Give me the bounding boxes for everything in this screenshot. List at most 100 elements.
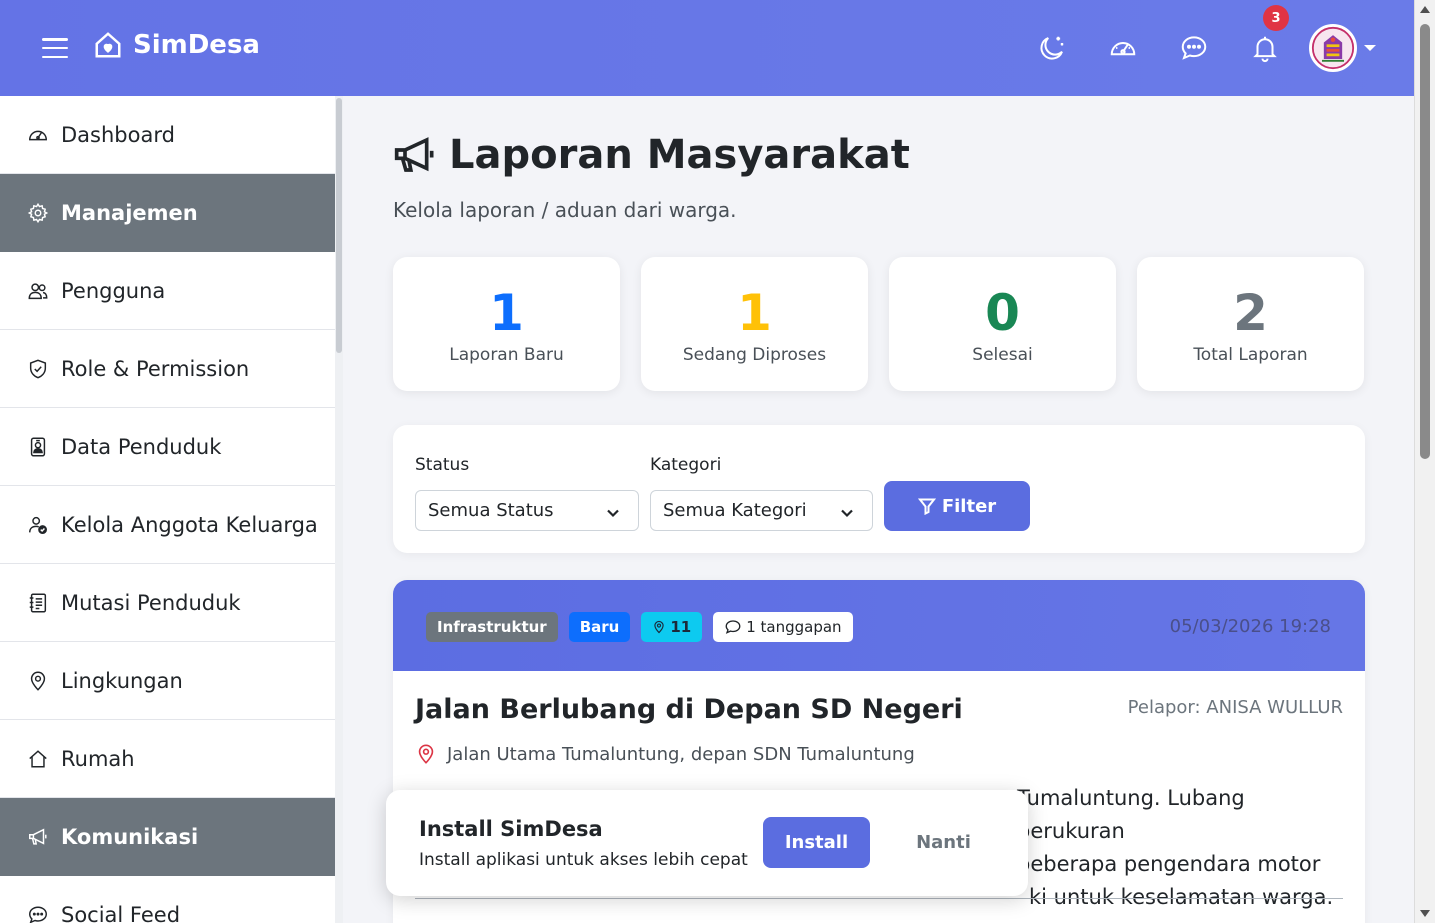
notification-count-badge: 3 bbox=[1263, 5, 1289, 31]
stat-card-total-laporan: 2 Total Laporan bbox=[1137, 257, 1364, 391]
chevron-down-icon bbox=[607, 509, 619, 518]
stat-card-sedang-diproses: 1 Sedang Diproses bbox=[641, 257, 868, 391]
sidebar-scrollbar[interactable] bbox=[335, 96, 343, 923]
scroll-up-arrow-icon[interactable] bbox=[1420, 6, 1430, 13]
sidebar-item-label: Dashboard bbox=[61, 122, 175, 147]
chevron-down-icon bbox=[1364, 45, 1376, 51]
location-badge-value: 11 bbox=[670, 618, 692, 636]
sidebar-item-label: Role & Permission bbox=[61, 356, 250, 381]
bell-icon bbox=[1253, 36, 1277, 63]
sidebar-item-dashboard[interactable]: Dashboard bbox=[0, 96, 335, 174]
stat-label: Sedang Diproses bbox=[682, 345, 827, 365]
status-badge: Baru bbox=[568, 612, 631, 642]
sidebar-section-label: Komunikasi bbox=[61, 824, 199, 849]
report-divider bbox=[415, 898, 1343, 899]
notifications-button[interactable]: 3 bbox=[1241, 5, 1289, 74]
sidebar-item-data-penduduk[interactable]: Data Penduduk bbox=[0, 408, 335, 486]
status-select-value: Semua Status bbox=[428, 500, 554, 521]
report-title[interactable]: Jalan Berlubang di Depan SD Negeri bbox=[415, 694, 963, 725]
person-badge-icon bbox=[30, 437, 46, 456]
page-title: Laporan Masyarakat bbox=[393, 132, 910, 178]
install-button[interactable]: Install bbox=[763, 817, 870, 868]
chat-dots-icon bbox=[29, 905, 47, 923]
sidebar-item-mutasi-penduduk[interactable]: Mutasi Penduduk bbox=[0, 564, 335, 642]
topbar: SimDesa 3 bbox=[0, 0, 1414, 96]
sidebar-item-label: Rumah bbox=[61, 746, 135, 771]
install-prompt: Install SimDesa Install aplikasi untuk a… bbox=[386, 790, 1028, 896]
topbar-actions: 3 bbox=[1005, 5, 1376, 74]
house-heart-icon bbox=[95, 32, 121, 58]
geo-pin-icon bbox=[30, 671, 46, 691]
sidebar-item-rumah[interactable]: Rumah bbox=[0, 720, 335, 798]
users-icon bbox=[28, 282, 48, 299]
status-select[interactable]: Semua Status bbox=[415, 490, 639, 531]
location-badge: 11 bbox=[641, 612, 703, 642]
geo-pin-icon bbox=[654, 620, 665, 634]
install-prompt-subtitle: Install aplikasi untuk akses lebih cepat bbox=[419, 850, 748, 870]
brand[interactable]: SimDesa bbox=[93, 30, 260, 60]
brand-name: SimDesa bbox=[133, 30, 260, 60]
sidebar-item-lingkungan[interactable]: Lingkungan bbox=[0, 642, 335, 720]
menu-toggle-button[interactable] bbox=[42, 38, 68, 58]
category-badge: Infrastruktur bbox=[426, 612, 558, 642]
stat-label: Total Laporan bbox=[1193, 345, 1308, 365]
stat-value: 1 bbox=[489, 284, 524, 342]
sidebar-item-label: Mutasi Penduduk bbox=[61, 590, 241, 615]
sidebar-section-manajemen[interactable]: Manajemen bbox=[0, 174, 335, 252]
window-scrollbar[interactable] bbox=[1414, 0, 1435, 923]
sidebar-item-pengguna[interactable]: Pengguna bbox=[0, 252, 335, 330]
funnel-icon bbox=[917, 498, 936, 515]
gauge-icon bbox=[29, 130, 47, 140]
report-date: 05/03/2026 19:28 bbox=[1169, 616, 1331, 637]
category-filter-label: Kategori bbox=[650, 455, 722, 475]
messages-button[interactable] bbox=[1170, 22, 1218, 74]
page-subtitle: Kelola laporan / aduan dari warga. bbox=[393, 198, 737, 222]
report-reporter: Pelapor: ANISA WULLUR bbox=[1127, 697, 1343, 718]
chat-icon bbox=[725, 620, 741, 634]
sidebar-item-label: Pengguna bbox=[61, 278, 166, 303]
stat-label: Selesai bbox=[972, 345, 1033, 365]
chat-dots-icon bbox=[1181, 36, 1207, 60]
responses-badge-text: 1 tanggapan bbox=[746, 618, 842, 636]
stat-card-laporan-baru: 1 Laporan Baru bbox=[393, 257, 620, 391]
scroll-down-arrow-icon[interactable] bbox=[1420, 910, 1430, 917]
sidebar-scrollbar-thumb[interactable] bbox=[336, 98, 342, 353]
report-location-text: Jalan Utama Tumaluntung, depan SDN Tumal… bbox=[447, 743, 915, 765]
category-select[interactable]: Semua Kategori bbox=[650, 490, 873, 531]
category-select-value: Semua Kategori bbox=[663, 500, 807, 521]
user-menu[interactable] bbox=[1309, 24, 1376, 72]
install-prompt-title: Install SimDesa bbox=[419, 817, 603, 841]
chevron-down-icon bbox=[841, 509, 853, 518]
sidebar-item-label: Social Feed bbox=[61, 902, 181, 923]
sidebar-section-label: Manajemen bbox=[61, 200, 198, 225]
filter-button[interactable]: Filter bbox=[884, 481, 1030, 531]
report-location: Jalan Utama Tumaluntung, depan SDN Tumal… bbox=[415, 743, 915, 765]
stat-label: Laporan Baru bbox=[449, 345, 564, 365]
report-badges: Infrastruktur Baru 11 1 tanggapan bbox=[426, 612, 853, 642]
responses-badge: 1 tanggapan bbox=[713, 612, 853, 642]
journal-text-icon bbox=[29, 593, 47, 612]
gear-icon bbox=[27, 202, 49, 223]
stat-value: 2 bbox=[1233, 284, 1268, 342]
geo-pin-icon bbox=[418, 744, 434, 764]
sidebar-item-label: Data Penduduk bbox=[61, 434, 222, 459]
sidebar-item-social-feed[interactable]: Social Feed bbox=[0, 876, 335, 923]
moon-stars-icon bbox=[1040, 36, 1064, 60]
stat-value: 1 bbox=[737, 284, 772, 342]
sidebar-item-role-permission[interactable]: Role & Permission bbox=[0, 330, 335, 408]
sidebar-section-komunikasi[interactable]: Komunikasi bbox=[0, 798, 335, 876]
status-filter-label: Status bbox=[415, 455, 470, 475]
sidebar-item-kelola-anggota-keluarga[interactable]: Kelola Anggota Keluarga bbox=[0, 486, 335, 564]
stat-value: 0 bbox=[985, 284, 1020, 342]
dashboard-button[interactable] bbox=[1099, 22, 1147, 74]
page-title-text: Laporan Masyarakat bbox=[449, 132, 910, 178]
filter-card: Status Semua Status Kategori Semua Kateg… bbox=[393, 425, 1365, 553]
window-scrollbar-thumb[interactable] bbox=[1420, 24, 1430, 459]
megaphone-icon bbox=[394, 137, 434, 172]
later-button[interactable]: Nanti bbox=[896, 817, 991, 868]
sidebar-item-label: Kelola Anggota Keluarga bbox=[61, 512, 318, 537]
sidebar: Dashboard Manajemen Pengguna Role & Perm… bbox=[0, 96, 335, 923]
megaphone-icon bbox=[29, 827, 47, 845]
filter-button-label: Filter bbox=[941, 495, 997, 517]
theme-toggle-button[interactable] bbox=[1028, 22, 1076, 74]
